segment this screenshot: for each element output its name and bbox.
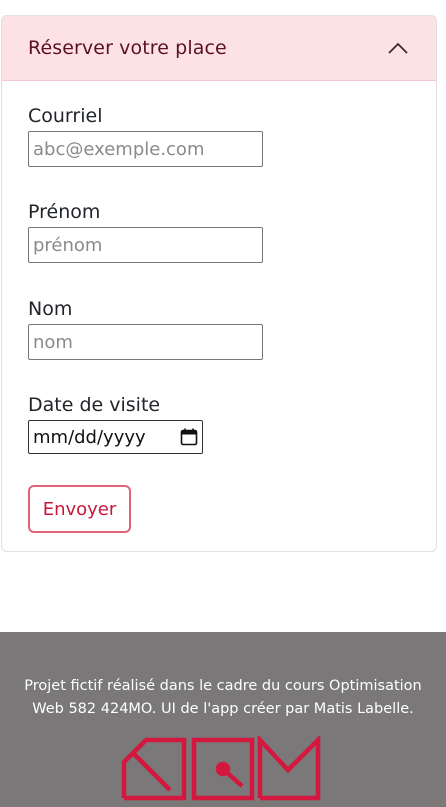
chevron-up-icon[interactable] (386, 36, 410, 60)
visit-date-label: Date de visite (28, 394, 161, 416)
footer: Projet fictif réalisé dans le cadre du c… (0, 632, 446, 807)
email-label: Courriel (28, 105, 103, 127)
last-name-label: Nom (28, 298, 73, 320)
submit-button[interactable]: Envoyer (28, 485, 131, 533)
reservation-accordion: Réserver votre place Courriel Prénom Nom… (1, 15, 437, 552)
last-name-input[interactable] (28, 324, 263, 360)
calendar-icon[interactable] (180, 428, 198, 446)
visit-date-input[interactable]: mm/dd/yyyy (28, 420, 203, 454)
accordion-header[interactable]: Réserver votre place (2, 16, 436, 81)
first-name-input[interactable] (28, 227, 263, 263)
email-input[interactable] (28, 131, 263, 167)
visit-date-value: mm/dd/yyyy (33, 426, 146, 448)
aqm-logo (121, 736, 321, 801)
page: Réserver votre place Courriel Prénom Nom… (0, 0, 446, 807)
accordion-title: Réserver votre place (28, 37, 227, 59)
footer-text: Projet fictif réalisé dans le cadre du c… (24, 678, 422, 717)
first-name-label: Prénom (28, 201, 101, 223)
